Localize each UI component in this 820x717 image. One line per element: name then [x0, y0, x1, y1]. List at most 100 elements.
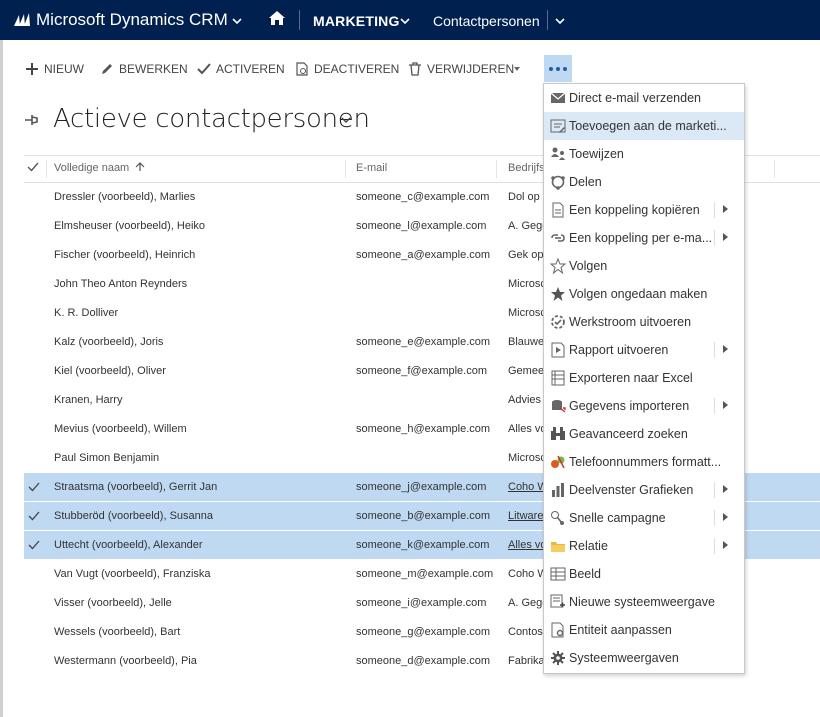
menu-item-customize-entity[interactable]: Entiteit aanpassen: [544, 616, 744, 644]
cell-full-name[interactable]: Stubberöd (voorbeeld), Susanna: [54, 510, 213, 522]
submenu-arrow-icon[interactable]: [723, 401, 728, 409]
menu-item-excel[interactable]: Exporteren naar Excel: [544, 364, 744, 392]
cell-full-name[interactable]: K. R. Dolliver: [54, 307, 118, 319]
new-button[interactable]: NIEUW: [25, 56, 84, 82]
nav-area-marketing[interactable]: MARKETING: [313, 13, 400, 29]
menu-item-assign[interactable]: Toewijzen: [544, 140, 744, 168]
menu-item-new-view[interactable]: Nieuwe systeemweergave: [544, 588, 744, 616]
pin-icon[interactable]: [24, 111, 40, 130]
cell-full-name[interactable]: John Theo Anton Reynders: [54, 278, 187, 290]
cell-company[interactable]: A. Gege: [508, 597, 544, 609]
menu-item-marketing-list[interactable]: Toevoegen aan de marketi...: [544, 112, 744, 140]
nav-divider: [299, 10, 300, 30]
cell-company[interactable]: Advies: [508, 394, 544, 406]
menu-item-copy-link[interactable]: Een koppeling kopiëren: [544, 196, 744, 224]
menu-item-email-link[interactable]: Een koppeling per e-ma...: [544, 224, 744, 252]
deactivate-button[interactable]: DEACTIVEREN: [295, 56, 399, 82]
cell-full-name[interactable]: Kiel (voorbeeld), Oliver: [54, 365, 166, 377]
cell-company[interactable]: Dol op: [508, 191, 544, 203]
menu-item-gear[interactable]: Systeemweergaven: [544, 644, 744, 672]
column-header-company[interactable]: Bedrijfs: [508, 162, 544, 174]
column-header-name[interactable]: Volledige naam: [54, 162, 145, 174]
cell-company[interactable]: Alles vo: [508, 539, 544, 551]
delete-button[interactable]: VERWIJDEREN: [408, 56, 514, 82]
home-icon[interactable]: [268, 10, 286, 30]
chevron-down-icon[interactable]: [341, 114, 351, 127]
cell-company[interactable]: Alles vo: [508, 423, 544, 435]
select-all-checkmark-icon[interactable]: [27, 161, 39, 176]
star-outline-icon: [550, 258, 566, 274]
chevron-down-icon[interactable]: [400, 15, 410, 28]
activate-button[interactable]: ACTIVEREN: [197, 56, 285, 82]
row-checkmark-icon[interactable]: [28, 539, 40, 554]
menu-item-phone-format[interactable]: Telefoonnummers formatt...: [544, 448, 744, 476]
cell-company[interactable]: Gemee: [508, 365, 544, 377]
sort-ascending-icon: [135, 162, 145, 171]
menu-item-chart[interactable]: Deelvenster Grafieken: [544, 476, 744, 504]
menu-item-workflow[interactable]: Werkstroom uitvoeren: [544, 308, 744, 336]
menu-item-view-grid[interactable]: Beeld: [544, 560, 744, 588]
submenu-arrow-icon[interactable]: [723, 513, 728, 521]
cell-company[interactable]: A. Gege: [508, 220, 544, 232]
delete-dropdown-button[interactable]: [512, 56, 522, 82]
workflow-icon: [551, 315, 565, 329]
cell-company[interactable]: Fabrika: [508, 655, 544, 667]
cell-email: someone_c@example.com: [356, 191, 490, 203]
cell-email: someone_l@example.com: [356, 220, 487, 232]
email-link-icon: [551, 234, 565, 242]
row-checkmark-icon[interactable]: [28, 510, 40, 525]
row-checkmark-icon[interactable]: [28, 481, 40, 496]
cell-full-name[interactable]: Fischer (voorbeeld), Heinrich: [54, 249, 195, 261]
cell-full-name[interactable]: Visser (voorbeeld), Jelle: [54, 597, 172, 609]
cell-full-name[interactable]: Dressler (voorbeeld), Marlies: [54, 191, 195, 203]
cell-full-name[interactable]: Van Vugt (voorbeeld), Franziska: [54, 568, 211, 580]
menu-item-report[interactable]: Rapport uitvoeren: [544, 336, 744, 364]
cell-full-name[interactable]: Elmsheuser (voorbeeld), Heiko: [54, 220, 205, 232]
cell-full-name[interactable]: Kalz (voorbeeld), Joris: [54, 336, 163, 348]
view-title[interactable]: Actieve contactpersonen: [53, 104, 370, 134]
app-brand[interactable]: Microsoft Dynamics CRM: [36, 10, 228, 30]
column-header-email[interactable]: E-mail: [356, 162, 387, 174]
menu-item-envelope[interactable]: Direct e-mail verzenden: [544, 84, 744, 112]
cell-company[interactable]: Gek op: [508, 249, 544, 261]
menu-item-folder[interactable]: Relatie: [544, 532, 744, 560]
cell-full-name[interactable]: Straatsma (voorbeeld), Gerrit Jan: [54, 481, 217, 493]
menu-item-import[interactable]: Gegevens importeren: [544, 392, 744, 420]
cell-company[interactable]: Microsc: [508, 307, 544, 319]
cell-company[interactable]: Litware: [508, 510, 544, 522]
deactivate-button-label: DEACTIVEREN: [314, 62, 400, 76]
menu-item-star-outline[interactable]: Volgen: [544, 252, 744, 280]
cell-company[interactable]: Microsc: [508, 278, 544, 290]
chevron-down-icon[interactable]: [232, 15, 242, 28]
menu-item-star-filled[interactable]: Volgen ongedaan maken: [544, 280, 744, 308]
nav-entity-contactpersonen[interactable]: Contactpersonen: [433, 13, 540, 29]
cell-full-name[interactable]: Westermann (voorbeeld), Pia: [54, 655, 197, 667]
edit-button[interactable]: BEWERKEN: [100, 56, 188, 82]
top-navigation-bar: Microsoft Dynamics CRM MARKETING Contact…: [0, 0, 820, 40]
cell-full-name[interactable]: Uttecht (voorbeeld), Alexander: [54, 539, 203, 551]
more-commands-button[interactable]: [544, 55, 572, 82]
cell-company[interactable]: Coho W: [508, 481, 544, 493]
cell-full-name[interactable]: Kranen, Harry: [54, 394, 122, 406]
menu-item-label: Beeld: [569, 567, 601, 581]
submenu-arrow-icon[interactable]: [723, 233, 728, 241]
menu-item-binoculars[interactable]: Geavanceerd zoeken: [544, 420, 744, 448]
cell-email: someone_h@example.com: [356, 423, 491, 435]
submenu-arrow-icon[interactable]: [723, 345, 728, 353]
chart-icon: [552, 483, 564, 497]
submenu-arrow-icon[interactable]: [723, 205, 728, 213]
cell-full-name[interactable]: Wessels (voorbeeld), Bart: [54, 626, 180, 638]
marketing-list-icon: [550, 119, 566, 133]
cell-full-name[interactable]: Mevius (voorbeeld), Willem: [54, 423, 187, 435]
chevron-down-icon[interactable]: [555, 15, 565, 28]
cell-company[interactable]: Microsc: [508, 452, 544, 464]
menu-item-share[interactable]: Delen: [544, 168, 744, 196]
menu-item-campaign[interactable]: Snelle campagne: [544, 504, 744, 532]
cell-full-name[interactable]: Paul Simon Benjamin: [54, 452, 159, 464]
campaign-icon: [551, 511, 564, 525]
cell-company[interactable]: Contos: [508, 626, 544, 638]
submenu-arrow-icon[interactable]: [723, 485, 728, 493]
cell-company[interactable]: Coho W: [508, 568, 544, 580]
cell-company[interactable]: Blauwe: [508, 336, 544, 348]
submenu-arrow-icon[interactable]: [723, 541, 728, 549]
